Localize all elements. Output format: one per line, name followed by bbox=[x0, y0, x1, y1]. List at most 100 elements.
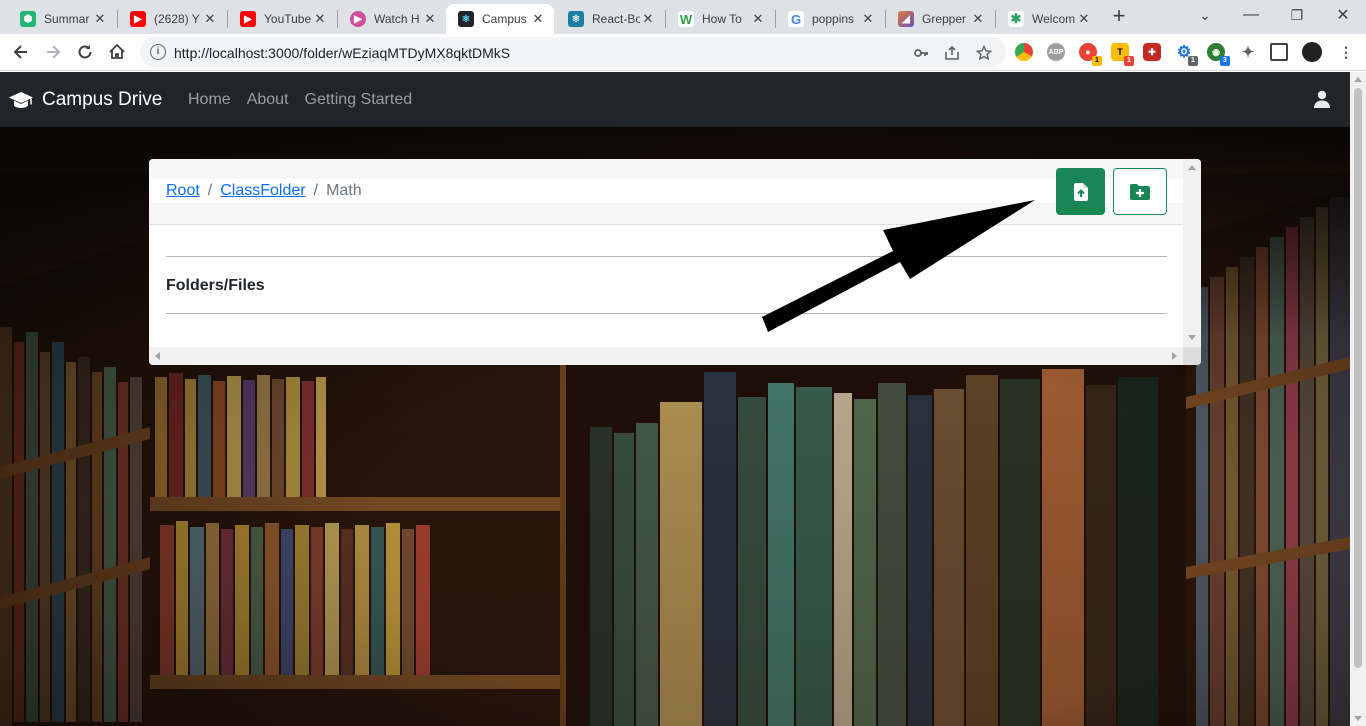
forward-arrow-icon bbox=[47, 45, 61, 59]
scrollbar-thumb[interactable] bbox=[1354, 88, 1362, 668]
scrollbar-corner bbox=[1183, 347, 1201, 365]
nav-link-about[interactable]: About bbox=[247, 91, 289, 109]
new-tab-button[interactable]: + bbox=[1106, 5, 1132, 29]
close-icon[interactable]: ✕ bbox=[92, 11, 108, 27]
minimize-icon[interactable]: — bbox=[1228, 0, 1274, 30]
home-button[interactable] bbox=[103, 38, 131, 66]
bookmark-star-icon[interactable] bbox=[975, 44, 993, 62]
web-page: Campus Drive Home About Getting Started bbox=[0, 72, 1350, 726]
breadcrumb-root[interactable]: Root bbox=[166, 182, 200, 200]
breadcrumb-classfolder[interactable]: ClassFolder bbox=[220, 182, 305, 200]
reload-button[interactable] bbox=[71, 38, 99, 66]
extension-badge: 1 bbox=[1188, 56, 1198, 66]
page-scrollbar[interactable] bbox=[1350, 72, 1366, 726]
play-circle-icon: ▶ bbox=[350, 11, 366, 27]
react-icon: ⚛ bbox=[458, 11, 474, 27]
back-button[interactable] bbox=[7, 38, 35, 66]
folder-plus-icon bbox=[1130, 183, 1150, 200]
brand-name: Campus Drive bbox=[42, 89, 163, 110]
upload-file-button[interactable] bbox=[1056, 168, 1105, 215]
extension-badge: 1 bbox=[1092, 56, 1102, 66]
browser-menu-icon[interactable]: ⋮ bbox=[1337, 43, 1355, 61]
reload-icon bbox=[78, 45, 92, 59]
address-bar[interactable]: i http://localhost:3000/folder/wEziaqMTD… bbox=[140, 37, 1006, 67]
maximize-icon[interactable]: ❐ bbox=[1274, 0, 1320, 30]
close-icon[interactable]: ✕ bbox=[970, 11, 986, 27]
browser-tab[interactable]: ⬢ Summar ✕ bbox=[8, 4, 116, 34]
browser-tab[interactable]: W How To ✕ bbox=[666, 4, 774, 34]
youtube-icon: ▶ bbox=[130, 11, 146, 27]
tab-title: Campus bbox=[482, 12, 527, 26]
scroll-up-arrow-icon[interactable] bbox=[1354, 77, 1362, 82]
url-text: http://localhost:3000/folder/wEziaqMTDyM… bbox=[174, 45, 511, 61]
grepper-icon: ◢ bbox=[898, 11, 914, 27]
browser-tab[interactable]: ◢ Grepper ✕ bbox=[886, 4, 994, 34]
divider bbox=[166, 256, 1167, 257]
folder-card: Root / ClassFolder / Math Folders/Files bbox=[149, 159, 1201, 365]
browser-tab[interactable]: G poppins ✕ bbox=[776, 4, 884, 34]
puzzle-red-extension-icon[interactable]: ✚ bbox=[1143, 43, 1161, 61]
window-close-icon[interactable]: ✕ bbox=[1320, 0, 1366, 30]
close-icon[interactable]: ✕ bbox=[312, 11, 328, 27]
chrome-extension-icon[interactable] bbox=[1015, 43, 1033, 61]
card-horizontal-scrollbar[interactable] bbox=[149, 347, 1183, 365]
tab-title: (2628) Y bbox=[154, 12, 200, 26]
nav-link-getting-started[interactable]: Getting Started bbox=[305, 91, 413, 109]
tab-title: YouTube bbox=[264, 12, 312, 26]
home-icon bbox=[109, 43, 125, 59]
nav-links: Home About Getting Started bbox=[188, 91, 428, 109]
divider bbox=[166, 313, 1167, 314]
scroll-down-arrow-icon[interactable] bbox=[1354, 716, 1362, 721]
close-icon[interactable]: ✕ bbox=[750, 11, 766, 27]
tab-title: React-Bo bbox=[592, 12, 640, 26]
card-header: Root / ClassFolder / Math bbox=[149, 159, 1183, 225]
file-upload-icon bbox=[1073, 182, 1088, 201]
browser-tab[interactable]: ▶ (2628) Y ✕ bbox=[118, 4, 226, 34]
profile-avatar[interactable] bbox=[1302, 42, 1322, 62]
close-icon[interactable]: ✕ bbox=[640, 11, 656, 27]
back-arrow-icon bbox=[13, 45, 27, 59]
close-icon[interactable]: ✕ bbox=[202, 11, 218, 27]
browser-tab[interactable]: ▶ Watch H ✕ bbox=[338, 4, 446, 34]
breadcrumb-separator: / bbox=[313, 182, 319, 199]
google-icon: G bbox=[788, 11, 804, 27]
tab-title: Summar bbox=[44, 12, 90, 26]
user-icon[interactable] bbox=[1314, 90, 1330, 108]
side-panel-icon[interactable] bbox=[1270, 43, 1288, 61]
tab-search-icon[interactable]: ⌄ bbox=[1182, 0, 1228, 30]
browser-tab[interactable]: ✱ Welcom ✕ bbox=[996, 4, 1100, 34]
adblock-icon[interactable]: ABP bbox=[1047, 43, 1065, 61]
nav-link-home[interactable]: Home bbox=[188, 91, 231, 109]
forward-button[interactable] bbox=[39, 38, 67, 66]
breadcrumb-bar: Root / ClassFolder / Math bbox=[149, 179, 1183, 203]
record-extension-icon[interactable]: ● 1 bbox=[1079, 43, 1102, 66]
close-icon[interactable]: ✕ bbox=[1076, 11, 1092, 27]
card-vertical-scrollbar[interactable] bbox=[1183, 159, 1201, 347]
t-extension-icon[interactable]: T1 bbox=[1111, 43, 1134, 66]
browser-tab[interactable]: ▶ YouTube ✕ bbox=[228, 4, 336, 34]
browser-tabstrip: ⬢ Summar ✕ ▶ (2628) Y ✕ ▶ YouTube ✕ ▶ Wa… bbox=[0, 0, 1366, 34]
key-icon[interactable] bbox=[912, 44, 930, 62]
browser-tab-active[interactable]: ⚛ Campus ✕ bbox=[446, 4, 554, 34]
welcome-icon: ✱ bbox=[1008, 11, 1024, 27]
add-folder-button[interactable] bbox=[1113, 168, 1167, 215]
tab-title: Watch H bbox=[374, 12, 420, 26]
close-icon[interactable]: ✕ bbox=[422, 11, 438, 27]
share-icon[interactable] bbox=[943, 44, 961, 62]
tab-title: poppins bbox=[812, 12, 855, 26]
graduation-cap-icon bbox=[9, 92, 33, 108]
site-info-icon[interactable]: i bbox=[150, 44, 166, 60]
gear-extension-icon[interactable]: ⚙ 1 bbox=[1175, 43, 1198, 66]
browser-toolbar: i http://localhost:3000/folder/wEziaqMTD… bbox=[0, 34, 1366, 71]
app-navbar: Campus Drive Home About Getting Started bbox=[0, 72, 1350, 127]
close-icon[interactable]: ✕ bbox=[860, 11, 876, 27]
browser-tab[interactable]: ⚛ React-Bo ✕ bbox=[556, 4, 664, 34]
extension-badge: 3 bbox=[1220, 56, 1230, 66]
extensions-puzzle-icon[interactable]: ✦ bbox=[1239, 43, 1257, 61]
close-icon[interactable]: ✕ bbox=[530, 11, 546, 27]
breadcrumb: Root / ClassFolder / Math bbox=[166, 182, 362, 200]
brand[interactable]: Campus Drive bbox=[8, 89, 162, 111]
green-extension-icon[interactable]: ◉ 3 bbox=[1207, 43, 1230, 66]
breadcrumb-current: Math bbox=[326, 182, 362, 199]
card-body: Folders/Files bbox=[149, 225, 1183, 347]
